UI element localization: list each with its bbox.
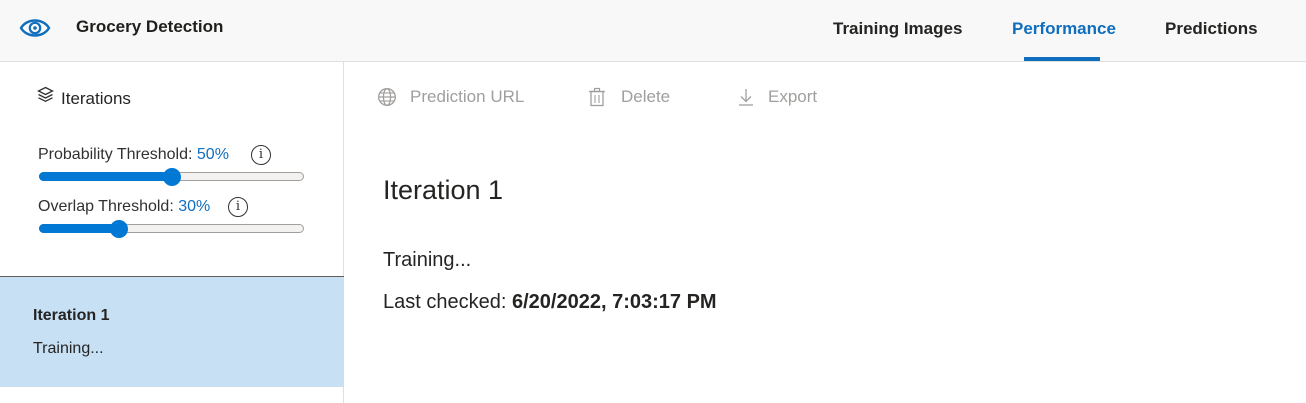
iteration-item-title: Iteration 1 [33, 307, 110, 324]
overlap-slider-thumb[interactable] [109, 220, 128, 238]
prediction-url-button[interactable]: Prediction URL [410, 87, 524, 107]
probability-threshold-value: 50% [196, 146, 229, 163]
iteration-title: Iteration 1 [383, 175, 504, 205]
last-checked-value: 6/20/2022, 7:03:17 PM [511, 291, 717, 313]
iteration-list-item[interactable]: Iteration 1 Training... [0, 277, 344, 387]
tab-performance[interactable]: Performance [1012, 19, 1116, 39]
download-icon[interactable] [736, 87, 756, 107]
export-button[interactable]: Export [768, 87, 817, 107]
eye-icon [19, 19, 51, 37]
globe-icon[interactable] [377, 87, 397, 107]
probability-slider-fill [39, 172, 172, 181]
iterations-heading: Iterations [61, 89, 131, 108]
probability-threshold-label: Probability Threshold: 50% [38, 146, 229, 164]
tab-training-images[interactable]: Training Images [833, 19, 962, 39]
delete-button[interactable]: Delete [621, 87, 670, 107]
probability-threshold-text: Probability Threshold: [38, 146, 193, 163]
overlap-slider-fill [39, 224, 119, 233]
training-status: Training... [383, 249, 472, 271]
active-tab-indicator [1024, 57, 1100, 61]
last-checked: Last checked: 6/20/2022, 7:03:17 PM [383, 291, 717, 314]
overlap-threshold-value: 30% [178, 198, 211, 215]
info-icon[interactable]: i [251, 145, 271, 165]
iteration-item-status: Training... [33, 340, 104, 357]
layers-icon [37, 86, 54, 103]
top-bar: Grocery Detection Training Images Perfor… [0, 0, 1306, 62]
overlap-threshold-text: Overlap Threshold: [38, 198, 174, 215]
probability-slider-thumb[interactable] [162, 168, 181, 186]
info-icon[interactable]: i [228, 197, 248, 217]
tab-predictions[interactable]: Predictions [1165, 19, 1258, 39]
app-title: Grocery Detection [76, 17, 224, 36]
sidebar: Iterations Probability Threshold: 50% i … [0, 62, 344, 403]
last-checked-label: Last checked: [383, 291, 507, 313]
trash-icon[interactable] [587, 87, 607, 107]
overlap-threshold-label: Overlap Threshold: 30% [38, 198, 210, 216]
